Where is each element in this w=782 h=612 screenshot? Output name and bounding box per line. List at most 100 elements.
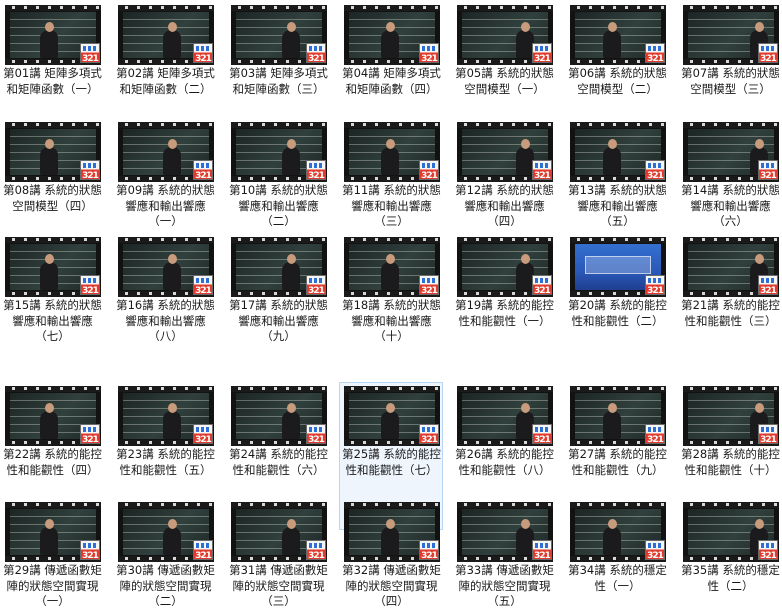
media-player-badge-icon: 321 (419, 424, 439, 444)
video-file-item[interactable]: 321 第17講 系統的狀態響應和輸出響應（九） (226, 233, 329, 345)
video-thumbnail: 321 (457, 237, 553, 297)
film-strip-icon (344, 237, 440, 243)
media-player-badge-text: 321 (647, 54, 664, 63)
video-thumbnail: 321 (344, 502, 440, 562)
video-file-name: 第25講 系統的能控性和能觀性（七） (342, 447, 441, 477)
video-thumbnail: 321 (118, 122, 214, 182)
media-player-badge-icon: 321 (193, 43, 213, 63)
video-file-item[interactable]: 321 第29講 傳遞函數矩陣的狀態空間實現（一） (0, 498, 103, 610)
video-file-item[interactable]: 321 第11講 系統的狀態響應和輸出響應（三） (339, 118, 442, 230)
video-thumbnail: 321 (118, 386, 214, 446)
video-file-item[interactable]: 321 第21講 系統的能控性和能觀性（三） (678, 233, 781, 345)
video-thumbnail: 321 (118, 5, 214, 65)
video-file-item[interactable]: 321 第28講 系統的能控性和能觀性（十） (678, 382, 781, 494)
film-strip-icon (5, 502, 101, 508)
video-file-item[interactable]: 321 第01講 矩陣多項式和矩陣函數（一） (0, 1, 103, 113)
video-file-name: 第27講 系統的能控性和能觀性（九） (568, 447, 667, 477)
video-file-name: 第22講 系統的能控性和能觀性（四） (3, 447, 102, 477)
video-file-item[interactable]: 321 第30講 傳遞函數矩陣的狀態空間實現（二） (113, 498, 216, 610)
media-player-badge-icon: 321 (80, 424, 100, 444)
media-player-badge-icon: 321 (758, 160, 778, 180)
media-player-badge-text: 321 (647, 435, 664, 444)
video-file-item[interactable]: 321 第19講 系統的能控性和能觀性（一） (452, 233, 555, 345)
video-file-item[interactable]: 321 第15講 系統的狀態響應和輸出響應（七） (0, 233, 103, 345)
video-file-item[interactable]: 321 第05講 系統的狀態空間模型（一） (452, 1, 555, 113)
video-file-name: 第06講 系統的狀態空間模型（二） (568, 66, 667, 96)
media-player-badge-text: 321 (647, 286, 664, 295)
media-player-badge-icon: 321 (306, 160, 326, 180)
video-file-item[interactable]: 321 第06講 系統的狀態空間模型（二） (565, 1, 668, 113)
media-player-badge-text: 321 (421, 551, 438, 560)
video-file-name: 第13講 系統的狀態響應和輸出響應（五） (568, 183, 667, 228)
video-file-item[interactable]: 321 第35講 系統的穩定性（二） (678, 498, 781, 610)
media-player-badge-text: 321 (534, 54, 551, 63)
video-thumbnail: 321 (683, 122, 779, 182)
video-file-item[interactable]: 321 第20講 系統的能控性和能觀性（二） (565, 233, 668, 345)
media-player-badge-icon: 321 (645, 275, 665, 295)
media-player-badge-icon: 321 (306, 43, 326, 63)
video-file-name: 第16講 系統的狀態響應和輸出響應（八） (116, 298, 215, 343)
video-file-name: 第31講 傳遞函數矩陣的狀態空間實現（三） (229, 563, 328, 608)
film-strip-icon (570, 237, 666, 243)
video-file-item[interactable]: 321 第23講 系統的能控性和能觀性（五） (113, 382, 216, 494)
video-file-item[interactable]: 321 第18講 系統的狀態響應和輸出響應（十） (339, 233, 442, 345)
media-player-badge-text: 321 (534, 435, 551, 444)
video-file-item[interactable]: 321 第14講 系統的狀態響應和輸出響應（六） (678, 118, 781, 230)
film-strip-icon (5, 122, 101, 128)
video-thumbnail: 321 (570, 5, 666, 65)
film-strip-icon (344, 122, 440, 128)
video-file-item[interactable]: 321 第32講 傳遞函數矩陣的狀態空間實現（四） (339, 498, 442, 610)
media-player-badge-icon: 321 (758, 43, 778, 63)
media-player-badge-text: 321 (760, 551, 777, 560)
media-player-badge-icon: 321 (419, 160, 439, 180)
video-file-name: 第35講 系統的穩定性（二） (681, 563, 780, 593)
media-player-badge-text: 321 (82, 171, 99, 180)
video-file-item[interactable]: 321 第33講 傳遞函數矩陣的狀態空間實現（五） (452, 498, 555, 610)
media-player-badge-icon: 321 (419, 43, 439, 63)
film-strip-icon (5, 5, 101, 11)
video-file-item[interactable]: 321 第02講 矩陣多項式和矩陣函數（二） (113, 1, 216, 113)
media-player-badge-text: 321 (195, 286, 212, 295)
video-file-name: 第26講 系統的能控性和能觀性（八） (455, 447, 554, 477)
media-player-badge-icon: 321 (758, 424, 778, 444)
film-strip-icon (118, 5, 214, 11)
video-file-item[interactable]: 321 第31講 傳遞函數矩陣的狀態空間實現（三） (226, 498, 329, 610)
video-file-name: 第19講 系統的能控性和能觀性（一） (455, 298, 554, 328)
media-player-badge-text: 321 (534, 551, 551, 560)
video-file-item[interactable]: 321 第09講 系統的狀態響應和輸出響應（一） (113, 118, 216, 230)
video-file-item[interactable]: 321 第24講 系統的能控性和能觀性（六） (226, 382, 329, 494)
film-strip-icon (457, 122, 553, 128)
video-file-item[interactable]: 321 第22講 系統的能控性和能觀性（四） (0, 382, 103, 494)
video-file-item[interactable]: 321 第27講 系統的能控性和能觀性（九） (565, 382, 668, 494)
video-file-item[interactable]: 321 第10講 系統的狀態響應和輸出響應（二） (226, 118, 329, 230)
film-strip-icon (570, 122, 666, 128)
film-strip-icon (231, 502, 327, 508)
video-thumbnail: 321 (683, 5, 779, 65)
media-player-badge-text: 321 (421, 286, 438, 295)
video-thumbnail: 321 (457, 122, 553, 182)
film-strip-icon (683, 502, 779, 508)
video-file-name: 第07講 系統的狀態空間模型（三） (681, 66, 780, 96)
video-file-item[interactable]: 321 第26講 系統的能控性和能觀性（八） (452, 382, 555, 494)
video-file-name: 第10講 系統的狀態響應和輸出響應（二） (229, 183, 328, 228)
media-player-badge-text: 321 (82, 286, 99, 295)
video-file-item[interactable]: 321 第16講 系統的狀態響應和輸出響應（八） (113, 233, 216, 345)
film-strip-icon (344, 386, 440, 392)
video-file-item[interactable]: 321 第13講 系統的狀態響應和輸出響應（五） (565, 118, 668, 230)
media-player-badge-text: 321 (760, 54, 777, 63)
video-file-item[interactable]: 321 第03講 矩陣多項式和矩陣函數（三） (226, 1, 329, 113)
video-file-name: 第33講 傳遞函數矩陣的狀態空間實現（五） (455, 563, 554, 608)
video-file-item[interactable]: 321 第08講 系統的狀態空間模型（四） (0, 118, 103, 230)
film-strip-icon (457, 502, 553, 508)
media-player-badge-text: 321 (647, 171, 664, 180)
film-strip-icon (457, 5, 553, 11)
video-thumbnail: 321 (570, 386, 666, 446)
media-player-badge-icon: 321 (645, 43, 665, 63)
video-file-name: 第14講 系統的狀態響應和輸出響應（六） (681, 183, 780, 228)
video-file-item[interactable]: 321 第04講 矩陣多項式和矩陣函數（四） (339, 1, 442, 113)
video-file-item[interactable]: 321 第07講 系統的狀態空間模型（三） (678, 1, 781, 113)
video-file-item[interactable]: 321 第12講 系統的狀態響應和輸出響應（四） (452, 118, 555, 230)
video-file-item[interactable]: 321 第34講 系統的穩定性（一） (565, 498, 668, 610)
media-player-badge-text: 321 (760, 286, 777, 295)
film-strip-icon (683, 237, 779, 243)
